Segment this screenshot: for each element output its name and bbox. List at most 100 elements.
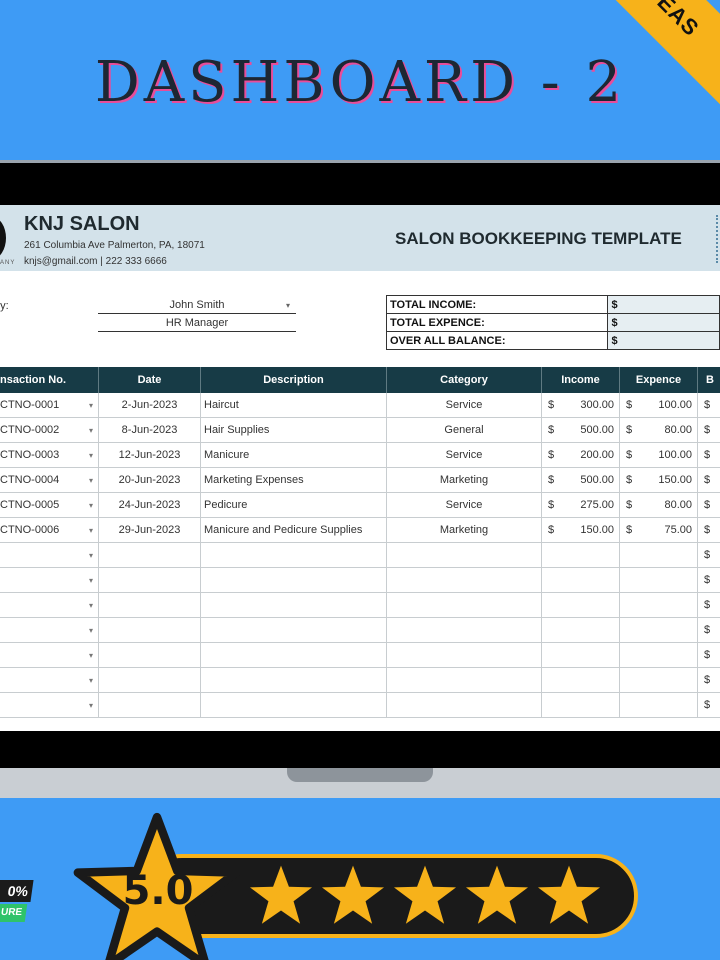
summary-value[interactable]: $ [607, 313, 720, 332]
cell-expence[interactable] [620, 593, 698, 618]
summary-value[interactable]: $ [607, 331, 720, 350]
cell-transaction-no[interactable]: ▾ [0, 668, 99, 693]
cell-description[interactable] [201, 593, 387, 618]
cell-income[interactable]: $300.00 [542, 393, 620, 418]
cell-description[interactable] [201, 618, 387, 643]
cell-category[interactable] [387, 643, 542, 668]
cell-income[interactable]: $500.00 [542, 468, 620, 493]
cell-category[interactable] [387, 693, 542, 718]
cell-expence[interactable] [620, 643, 698, 668]
cell-description[interactable] [201, 668, 387, 693]
cell-date[interactable]: 2-Jun-2023 [99, 393, 201, 418]
cell-category[interactable] [387, 668, 542, 693]
cell-date[interactable]: 29-Jun-2023 [99, 518, 201, 543]
cell-transaction-no[interactable]: CTNO-0004 ▾ [0, 468, 99, 493]
table-row: CTNO-0006 ▾ 29-Jun-2023 Manicure and Pedicu… [0, 518, 720, 543]
cell-expence[interactable]: $100.00 [620, 393, 698, 418]
cell-transaction-no[interactable]: ▾ [0, 568, 99, 593]
cell-expence[interactable] [620, 618, 698, 643]
cell-balance[interactable]: $ [698, 568, 720, 593]
cell-category[interactable] [387, 618, 542, 643]
cell-description[interactable] [201, 568, 387, 593]
prepared-by-select[interactable]: John Smith ▾ [98, 297, 296, 314]
cell-income[interactable]: $150.00 [542, 518, 620, 543]
cell-balance[interactable]: $ [698, 393, 720, 418]
cell-expence[interactable]: $80.00 [620, 493, 698, 518]
cell-expence[interactable] [620, 693, 698, 718]
summary-value[interactable]: $ [607, 295, 720, 314]
cell-transaction-no[interactable]: ▾ [0, 618, 99, 643]
cell-category[interactable] [387, 593, 542, 618]
company-contact: knjs@gmail.com | 222 333 6666 [24, 256, 167, 267]
cell-income[interactable] [542, 643, 620, 668]
cell-transaction-no[interactable]: ▾ [0, 693, 99, 718]
cell-transaction-no[interactable]: CTNO-0001 ▾ [0, 393, 99, 418]
cell-balance[interactable]: $ [698, 518, 720, 543]
cell-income[interactable]: $275.00 [542, 493, 620, 518]
cell-date[interactable] [99, 643, 201, 668]
cell-expence[interactable]: $150.00 [620, 468, 698, 493]
cell-expence[interactable]: $75.00 [620, 518, 698, 543]
cell-balance[interactable]: $ [698, 668, 720, 693]
cell-date[interactable] [99, 693, 201, 718]
cell-date[interactable] [99, 543, 201, 568]
cell-category[interactable] [387, 543, 542, 568]
cell-transaction-no[interactable]: ▾ [0, 543, 99, 568]
cell-income[interactable] [542, 668, 620, 693]
cell-balance[interactable]: $ [698, 618, 720, 643]
cell-category[interactable] [387, 568, 542, 593]
cell-date[interactable]: 8-Jun-2023 [99, 418, 201, 443]
cell-category[interactable]: Service [387, 443, 542, 468]
cell-expence[interactable] [620, 568, 698, 593]
cell-transaction-no[interactable]: CTNO-0006 ▾ [0, 518, 99, 543]
cell-description[interactable]: Manicure [201, 443, 387, 468]
cell-balance[interactable]: $ [698, 593, 720, 618]
cell-description[interactable]: Manicure and Pedicure Supplies [201, 518, 387, 543]
cell-balance[interactable]: $ [698, 468, 720, 493]
cell-expence[interactable] [620, 543, 698, 568]
cell-description[interactable] [201, 643, 387, 668]
cell-category[interactable]: Service [387, 493, 542, 518]
cell-expence[interactable]: $100.00 [620, 443, 698, 468]
cell-income[interactable] [542, 618, 620, 643]
cell-balance[interactable]: $ [698, 543, 720, 568]
star-icon [393, 865, 457, 924]
cell-description[interactable] [201, 543, 387, 568]
cell-description[interactable] [201, 693, 387, 718]
cell-date[interactable]: 12-Jun-2023 [99, 443, 201, 468]
cell-category[interactable]: Service [387, 393, 542, 418]
cell-income[interactable] [542, 568, 620, 593]
cell-date[interactable] [99, 668, 201, 693]
cell-description[interactable]: Pedicure [201, 493, 387, 518]
cell-balance[interactable]: $ [698, 693, 720, 718]
cell-transaction-no[interactable]: CTNO-0003 ▾ [0, 443, 99, 468]
cell-date[interactable] [99, 593, 201, 618]
cell-balance[interactable]: $ [698, 418, 720, 443]
prepared-by-role[interactable]: HR Manager [98, 315, 296, 332]
cell-transaction-no[interactable]: CTNO-0005 ▾ [0, 493, 99, 518]
cell-income[interactable] [542, 593, 620, 618]
cell-balance[interactable]: $ [698, 493, 720, 518]
cell-date[interactable] [99, 568, 201, 593]
cell-expence[interactable]: $80.00 [620, 418, 698, 443]
currency-symbol: $ [548, 449, 555, 461]
cell-category[interactable]: Marketing [387, 468, 542, 493]
cell-date[interactable]: 24-Jun-2023 [99, 493, 201, 518]
cell-income[interactable]: $200.00 [542, 443, 620, 468]
cell-category[interactable]: Marketing [387, 518, 542, 543]
cell-description[interactable]: Hair Supplies [201, 418, 387, 443]
cell-balance[interactable]: $ [698, 643, 720, 668]
cell-transaction-no[interactable]: ▾ [0, 593, 99, 618]
cell-description[interactable]: Marketing Expenses [201, 468, 387, 493]
cell-category[interactable]: General [387, 418, 542, 443]
cell-balance[interactable]: $ [698, 443, 720, 468]
cell-expence[interactable] [620, 668, 698, 693]
cell-income[interactable] [542, 543, 620, 568]
cell-income[interactable]: $500.00 [542, 418, 620, 443]
cell-date[interactable]: 20-Jun-2023 [99, 468, 201, 493]
cell-transaction-no[interactable]: CTNO-0002 ▾ [0, 418, 99, 443]
cell-income[interactable] [542, 693, 620, 718]
cell-description[interactable]: Haircut [201, 393, 387, 418]
cell-date[interactable] [99, 618, 201, 643]
cell-transaction-no[interactable]: ▾ [0, 643, 99, 668]
